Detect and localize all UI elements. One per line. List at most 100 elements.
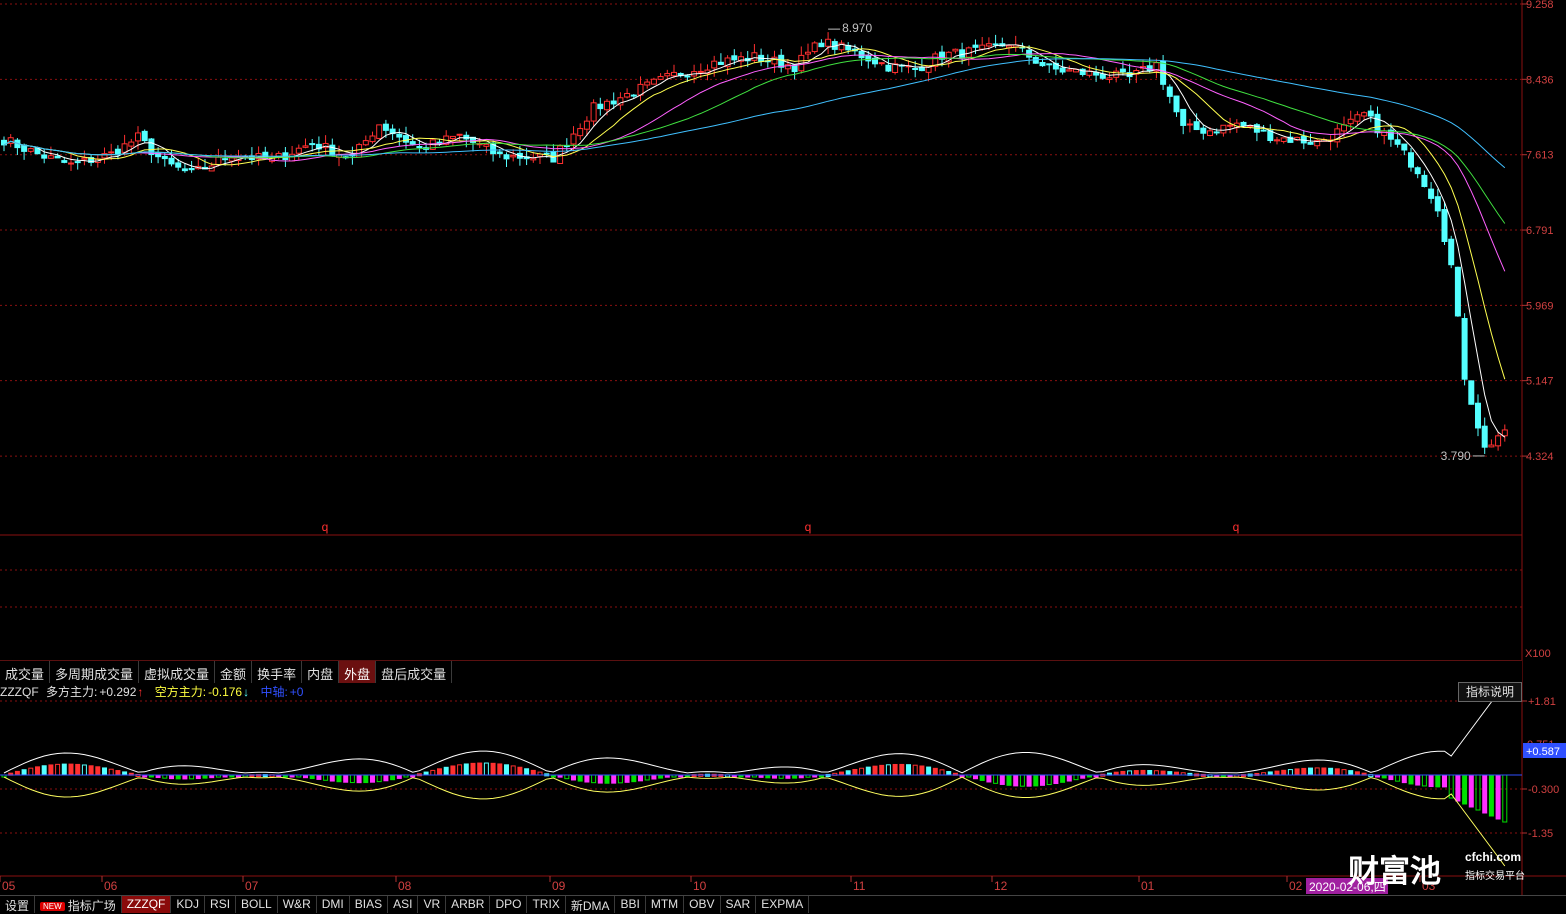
tab-indicator-15[interactable]: BBI — [615, 896, 646, 913]
osc-bar — [1053, 774, 1059, 785]
osc-bar — [28, 767, 34, 776]
candle-up — [751, 52, 758, 61]
candle-up — [878, 62, 885, 65]
candle-down — [1032, 57, 1039, 64]
candle-down — [54, 155, 61, 159]
candle-up — [1280, 137, 1287, 142]
candle-up — [577, 128, 584, 137]
candle-down — [791, 64, 798, 73]
candle-down — [918, 66, 925, 72]
tab-indicator-9[interactable]: ASI — [388, 896, 419, 913]
tab-indicator-19[interactable]: EXPMA — [756, 896, 810, 913]
osc-bar — [390, 774, 396, 781]
tab-volume-3[interactable]: 金额 — [215, 661, 253, 683]
tab-indicator-7[interactable]: DMI — [317, 896, 350, 913]
long-force-label: 多方主力: — [46, 685, 98, 699]
tab-volume-7[interactable]: 盘后成交量 — [376, 661, 453, 683]
candle-down — [161, 155, 168, 160]
candle-up — [449, 135, 456, 140]
candle-down — [1099, 73, 1106, 79]
tab-indicator-13[interactable]: TRIX — [527, 896, 566, 913]
tab-volume-4[interactable]: 换手率 — [252, 661, 303, 683]
osc-bar — [638, 774, 643, 782]
candle-down — [141, 130, 148, 142]
tab-indicator-10[interactable]: VR — [418, 896, 447, 913]
tab-indicator-14[interactable]: 新DMA — [566, 896, 616, 913]
osc-bar — [899, 763, 905, 776]
candle-down — [503, 154, 510, 160]
osc-bar — [1294, 768, 1300, 776]
tab-volume-6[interactable]: 外盘 — [339, 661, 377, 683]
osc-bar — [617, 774, 623, 784]
candle-up — [27, 148, 34, 152]
tab-volume-2[interactable]: 虚拟成交量 — [139, 661, 216, 683]
osc-bar — [457, 764, 463, 776]
tab-indicator-11[interactable]: ARBR — [446, 896, 491, 913]
tab-volume-1[interactable]: 多周期成交量 — [50, 661, 140, 683]
tab-indicator-3[interactable]: KDJ — [171, 896, 206, 913]
tab-indicator-4[interactable]: RSI — [205, 896, 237, 913]
tab-indicator-5[interactable]: BOLL — [236, 896, 278, 913]
osc-bar — [906, 764, 911, 776]
osc-bar — [879, 764, 885, 776]
candle-up — [1274, 139, 1280, 142]
tab-indicator-16[interactable]: MTM — [646, 896, 685, 913]
osc-bar — [363, 774, 369, 784]
candle-down — [181, 168, 188, 172]
x-tick-label: 12 — [994, 879, 1008, 893]
candle-up — [979, 44, 986, 50]
osc-bar — [530, 769, 536, 776]
osc-bar — [316, 774, 322, 780]
tab-indicator-18[interactable]: SAR — [721, 896, 757, 913]
indicator-help-button[interactable]: 指标说明 — [1458, 682, 1522, 702]
tab-indicator-17[interactable]: OBV — [684, 896, 721, 913]
x-tick-label: 10 — [693, 879, 707, 893]
candle-down — [168, 157, 175, 165]
tab-volume-0[interactable]: 成交量 — [0, 661, 51, 683]
candle-down — [1193, 121, 1200, 131]
osc-bar — [1308, 767, 1313, 776]
osc-bar — [1401, 774, 1407, 784]
candle-down — [684, 75, 691, 78]
osc-bar — [81, 764, 87, 776]
osc-bar — [497, 763, 503, 776]
osc-bar — [329, 774, 335, 782]
indicator-header: ZZZQF 多方主力: +0.292↑ 空方主力: -0.176↓ 中轴: +0 — [0, 683, 307, 700]
candle-up — [108, 151, 115, 154]
osc-bar — [1415, 774, 1421, 786]
watermark-url: cfchi.com — [1465, 850, 1522, 864]
osc-bar — [1435, 774, 1441, 788]
osc-bar — [477, 762, 483, 776]
osc-bar — [1140, 769, 1146, 776]
tab-indicator-2[interactable]: ZZZQF — [121, 896, 172, 913]
osc-bar — [1475, 774, 1481, 811]
tab-indicator-6[interactable]: W&R — [278, 896, 317, 913]
tab-indicator-8[interactable]: BIAS — [350, 896, 389, 913]
candle-up — [624, 93, 631, 98]
tab-indicator-0[interactable]: 设置 — [0, 896, 36, 913]
osc-bar — [195, 774, 201, 780]
tab-indicator-12[interactable]: DPO — [490, 896, 528, 913]
candle-down — [1059, 67, 1066, 73]
candle-down — [1475, 402, 1481, 429]
osc-bar — [490, 762, 496, 776]
osc-bar — [349, 774, 355, 784]
candle-down — [74, 161, 81, 164]
tab-volume-5[interactable]: 内盘 — [302, 661, 340, 683]
osc-bar — [912, 764, 918, 776]
event-marker: q — [805, 520, 812, 534]
osc-bar — [376, 774, 382, 783]
candle-up — [671, 71, 677, 77]
y-tick-label: 5.147 — [1526, 376, 1554, 388]
osc-bar — [872, 765, 878, 776]
osc-bar — [169, 774, 174, 780]
osc-tick-label: +1.81 — [1528, 696, 1556, 708]
tab-indicator-1[interactable]: NEW 指标广场 — [35, 896, 122, 913]
osc-bar — [1428, 774, 1434, 788]
osc-bar — [986, 774, 992, 783]
candle-down — [1401, 143, 1408, 151]
y-tick-label: 5.969 — [1526, 300, 1554, 312]
price-chart[interactable]: 9.258 8.436 7.613 6.791 5.969 5.147 4.324 X100 8… — [0, 0, 1566, 912]
osc-bar — [939, 769, 945, 776]
candle-up — [81, 157, 88, 160]
